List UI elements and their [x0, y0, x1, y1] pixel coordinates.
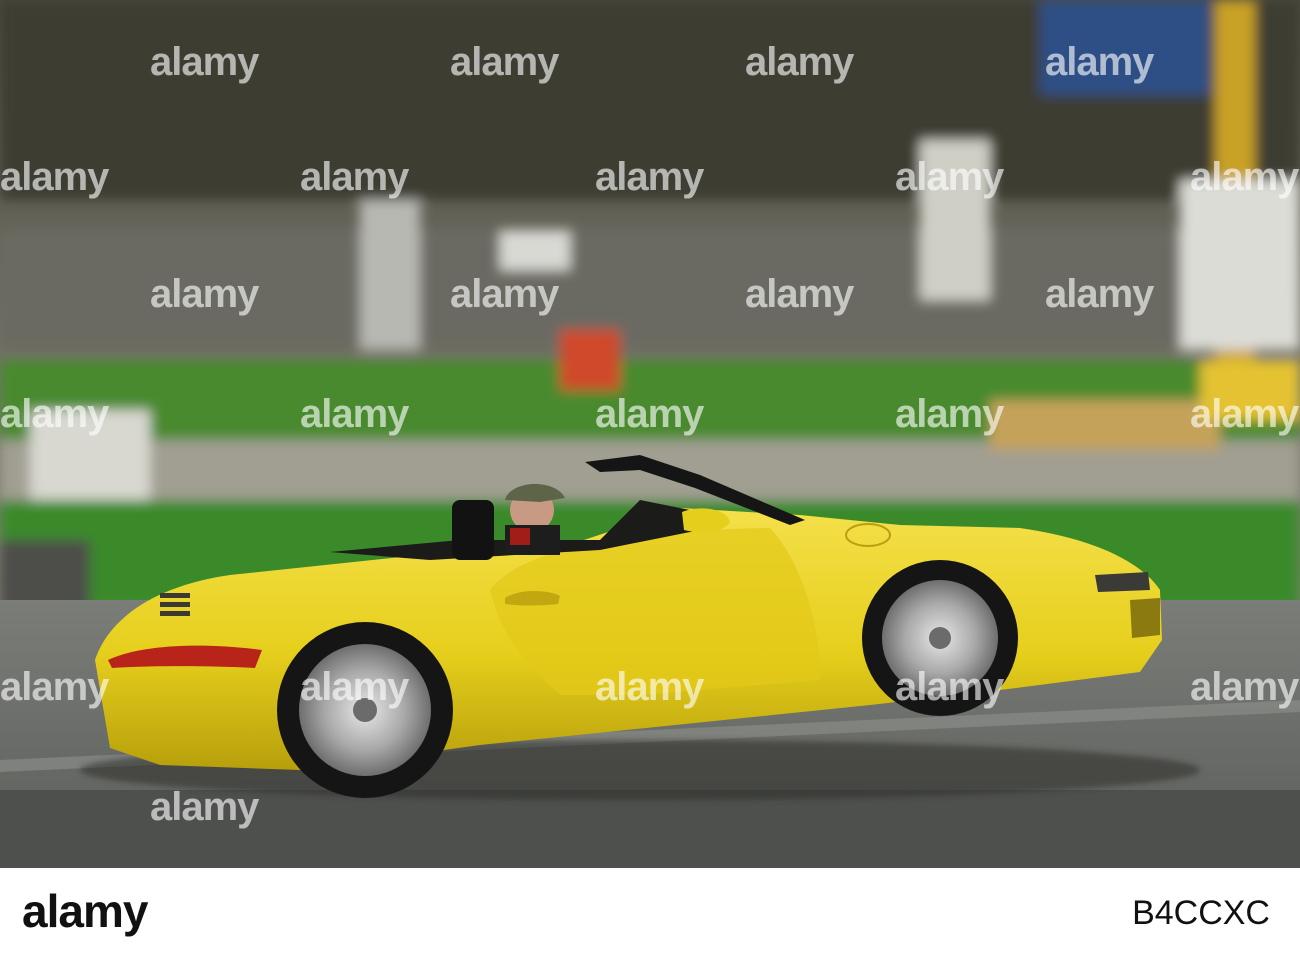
car-photo-scene — [0, 0, 1300, 868]
stock-image-id: B4CCXC — [1132, 894, 1270, 932]
photo: alamy alamy alamy alamy alamy alamy alam… — [0, 0, 1300, 868]
rear-wheel — [277, 622, 453, 798]
stock-footer: alamy B4CCXC — [0, 868, 1300, 956]
front-wheel — [862, 560, 1018, 716]
brand-logo: alamy — [22, 885, 148, 937]
